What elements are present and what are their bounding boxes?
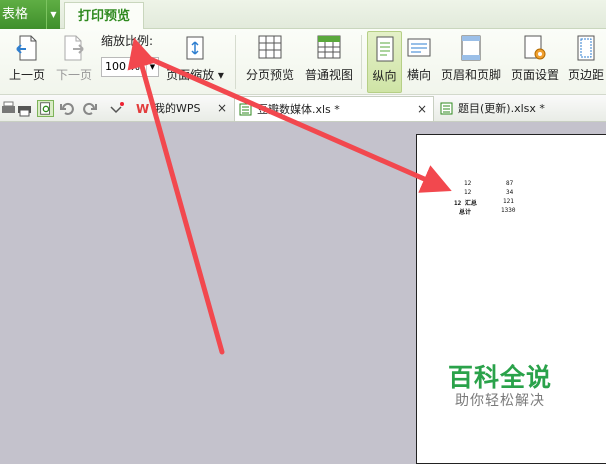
preview-cell: 总计 (459, 209, 472, 216)
normal-view-label: 普通视图 (304, 68, 353, 82)
doc-tab-xlsx[interactable]: 题目(更新).xlsx * (436, 96, 606, 121)
preview-cell: 34 (506, 189, 514, 196)
undo-icon[interactable] (59, 100, 76, 117)
chevron-down-icon[interactable]: ▼ (46, 0, 60, 29)
portrait-label: 纵向 (372, 69, 397, 83)
margins-button[interactable]: 页边距 (566, 31, 606, 93)
preview-cell: 12 (464, 180, 472, 187)
landscape-label: 横向 (406, 68, 431, 82)
margins-icon (577, 35, 595, 61)
page-break-preview-label: 分页预览 (245, 68, 294, 82)
page-break-preview-button[interactable]: 分页预览 (242, 31, 298, 93)
doc-tab-label: 豆瓣数媒体.xls * (257, 103, 340, 116)
document-tab-bar: W 我的WPS × 豆瓣数媒体.xls * × 题目(更新).xlsx * (0, 95, 606, 122)
title-bar: 表格 ▼ 打印预览 (0, 0, 606, 30)
preview-page: 12 87 12 34 12 汇总 121 总计 1330 (416, 134, 606, 464)
print-preview-icon[interactable] (37, 100, 54, 117)
close-icon[interactable]: × (417, 97, 427, 122)
divider (361, 35, 362, 89)
header-footer-label: 页眉和页脚 (440, 68, 501, 82)
landscape-button[interactable]: 横向 (404, 31, 434, 93)
preview-cell: 12 汇总 (454, 200, 477, 207)
portrait-button[interactable]: 纵向 (367, 31, 402, 93)
divider (235, 35, 236, 89)
next-page-button[interactable]: 下一页 (53, 31, 95, 93)
spreadsheet-file-icon (239, 103, 252, 116)
next-page-icon (64, 35, 84, 61)
preview-cell: 12 (464, 189, 472, 196)
page-zoom-label: 页面缩放 ▾ (166, 68, 224, 82)
doc-tab-xls[interactable]: 豆瓣数媒体.xls * × (234, 96, 434, 121)
doc-tab-label: 我的WPS (154, 102, 201, 115)
grid-icon (258, 35, 282, 59)
gear-icon (524, 35, 546, 60)
svg-text:W: W (136, 102, 149, 115)
printer-icon[interactable] (16, 100, 33, 117)
watermark-subtitle: 助你轻松解决 (455, 393, 545, 409)
wps-logo-icon: W (136, 102, 149, 115)
spreadsheet-file-icon (440, 102, 453, 115)
header-footer-button[interactable]: 页眉和页脚 (439, 31, 503, 93)
page-setup-button[interactable]: 页面设置 (507, 31, 563, 93)
landscape-page-icon (407, 38, 431, 57)
preview-cell: 121 (503, 198, 514, 205)
ribbon-toolbar: 上一页 下一页 缩放比例: 100 % ▼ 页面缩放 ▾ 分页预览 普通视图 纵… (0, 29, 606, 95)
page-setup-label: 页面设置 (510, 68, 559, 82)
watermark-title: 百科全说 (448, 363, 553, 392)
prev-page-icon (16, 35, 37, 61)
doc-tab-label: 题目(更新).xlsx * (458, 102, 545, 115)
quick-access-dropdown-icon[interactable] (108, 100, 125, 117)
page-zoom-button[interactable]: 页面缩放 ▾ (164, 31, 226, 93)
margins-label: 页边距 (567, 68, 604, 82)
chevron-down-icon: ▼ (146, 58, 158, 76)
portrait-page-icon (376, 36, 393, 62)
next-page-label: 下一页 (55, 68, 92, 82)
preview-cell: 87 (506, 180, 514, 187)
zoom-value: 100 % (105, 60, 140, 73)
prev-page-label: 上一页 (8, 68, 45, 82)
zoom-select[interactable]: 100 % ▼ (101, 57, 159, 77)
app-menu-label: 表格 (2, 7, 29, 22)
header-footer-icon (461, 35, 481, 61)
doc-tab-my-wps[interactable]: W 我的WPS × (132, 96, 233, 121)
page-zoom-icon (186, 36, 204, 60)
tab-print-preview[interactable]: 打印预览 (64, 2, 144, 30)
close-icon[interactable]: × (217, 96, 227, 121)
table-icon (317, 35, 341, 59)
print-icon[interactable] (0, 100, 17, 117)
normal-view-button[interactable]: 普通视图 (302, 31, 356, 93)
app-menu-tab[interactable]: 表格 ▼ (0, 0, 60, 29)
preview-cell: 1330 (501, 207, 516, 214)
prev-page-button[interactable]: 上一页 (6, 31, 48, 93)
zoom-label: 缩放比例: (101, 34, 154, 48)
redo-icon[interactable] (81, 100, 98, 117)
